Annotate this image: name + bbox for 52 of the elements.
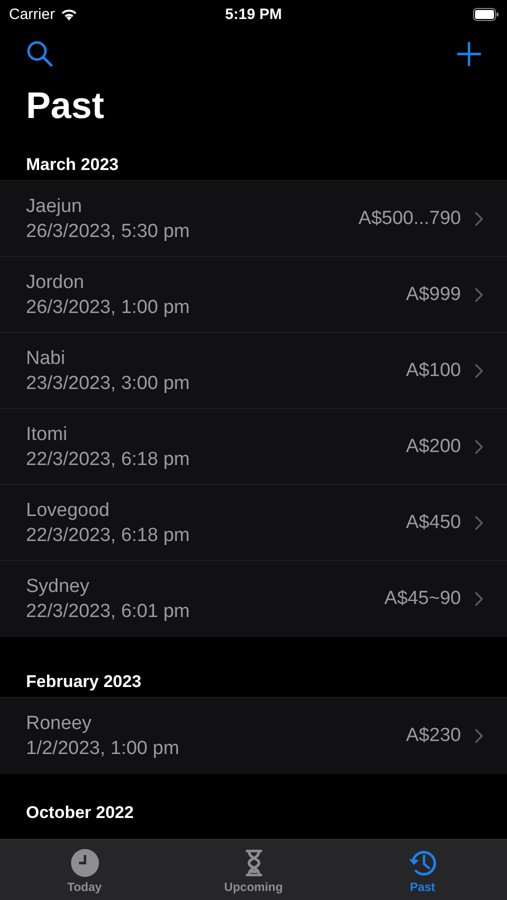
event-amount: A$200 [406,436,461,458]
add-button[interactable] [457,42,481,66]
event-date: 22/3/2023, 6:18 pm [26,524,190,546]
event-row[interactable]: Jaejun 26/3/2023, 5:30 pm A$500...790 [0,181,507,257]
tab-item[interactable]: Past [338,840,507,900]
tab-item[interactable]: Upcoming [169,840,338,900]
event-date: 22/3/2023, 6:18 pm [26,448,190,470]
history-icon [408,848,438,878]
section-header: March 2023 [25,154,120,176]
clock-time: 5:19 PM [225,6,282,22]
chevron-icon [475,729,483,743]
event-name: Sydney [26,575,90,598]
event-date: 26/3/2023, 5:30 pm [26,220,190,242]
event-name: Nabi [26,346,66,370]
event-amount: A$230 [406,725,461,747]
event-name: Lovegood [26,498,110,522]
chevron-icon [475,288,483,302]
event-row[interactable]: Lovegood 22/3/2023, 6:18 pm A$450 [0,485,507,561]
event-name: Roneey [26,712,92,735]
tab-item[interactable]: Today [0,840,169,900]
battery-icon [473,8,499,20]
event-row[interactable]: Jordon 26/3/2023, 1:00 pm A$999 [0,257,507,333]
search-button[interactable] [26,40,54,68]
event-date: 22/3/2023, 6:01 pm [26,600,190,623]
event-amount: A$500...790 [358,208,461,230]
chevron-icon [475,212,483,226]
carrier-label: Carrier [9,6,55,22]
event-row[interactable]: Itomi 22/3/2023, 6:18 pm A$200 [0,409,507,485]
section-header: February 2023 [25,671,142,693]
event-name: Jaejun [26,194,82,218]
search-icon [26,40,54,68]
chevron-icon [475,592,483,606]
wifi-icon [60,8,78,20]
section-header: October 2022 [25,802,135,824]
chevron-icon [475,364,483,378]
event-row[interactable]: Nabi 23/3/2023, 3:00 pm A$100 [0,333,507,409]
chevron-icon [475,440,483,454]
event-row[interactable]: Sydney 22/3/2023, 6:01 pm A$45~90 [0,561,507,637]
page-title: Past [26,84,104,128]
clock-icon [70,848,100,878]
event-date: 1/2/2023, 1:00 pm [26,737,180,760]
event-amount: A$999 [406,284,461,306]
plus-icon [457,42,481,66]
event-amount: A$450 [406,512,461,534]
event-date: 26/3/2023, 1:00 pm [26,296,190,318]
event-name: Jordon [26,270,84,294]
event-amount: A$45~90 [384,588,461,610]
chevron-icon [475,516,483,530]
event-date: 23/3/2023, 3:00 pm [26,372,190,394]
event-name: Itomi [26,422,68,446]
event-amount: A$100 [406,360,461,382]
event-row[interactable]: Roneey 1/2/2023, 1:00 pm A$230 [0,698,507,774]
